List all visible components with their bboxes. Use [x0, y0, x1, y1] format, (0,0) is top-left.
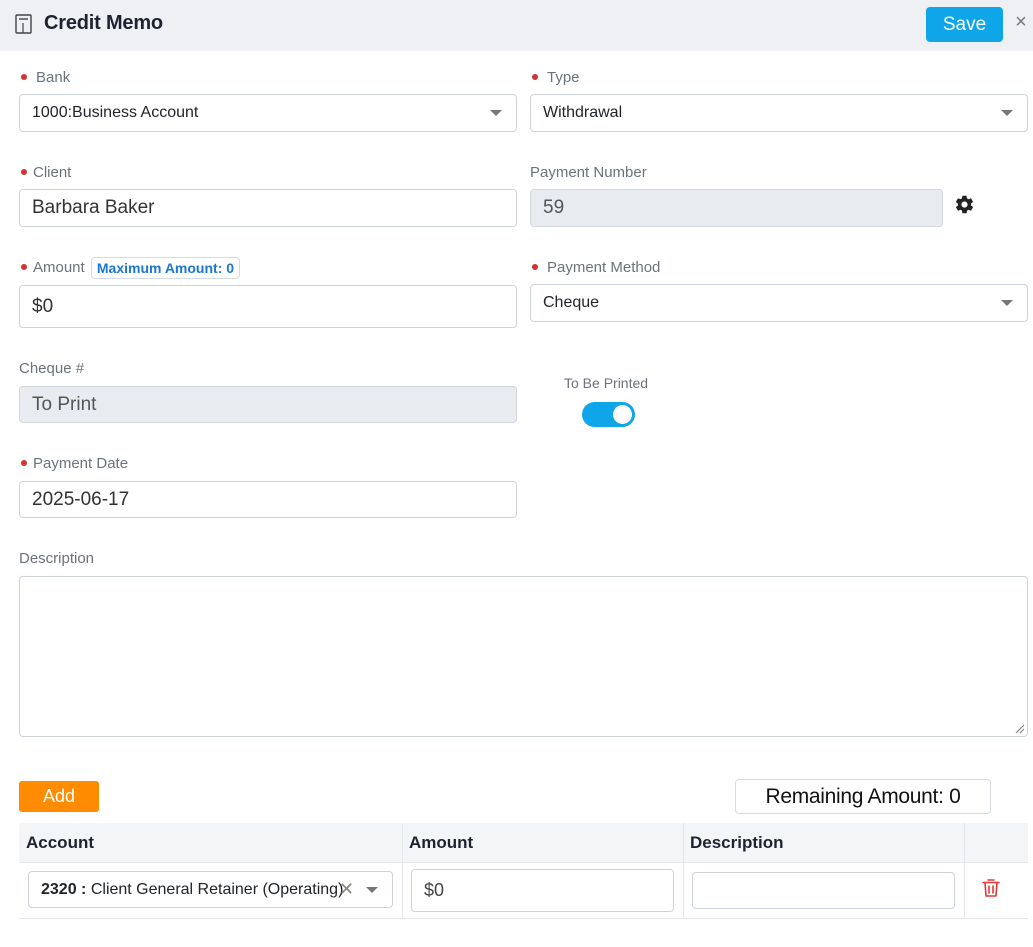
cheque-field: To Print	[19, 386, 517, 423]
required-indicator	[532, 264, 538, 271]
account-name: Client General Retainer (Operating)	[90, 880, 344, 898]
required-indicator	[21, 460, 27, 467]
column-divider	[402, 823, 403, 863]
payment-number-label: Payment Number	[530, 164, 647, 181]
payment-method-value: Cheque	[543, 294, 600, 311]
payment-number-value: 59	[543, 197, 565, 218]
bank-select[interactable]: 1000:Business Account	[19, 94, 517, 132]
payment-number-field: 59	[530, 189, 943, 227]
column-divider	[683, 823, 684, 863]
resize-grip-icon[interactable]	[1014, 723, 1025, 734]
required-indicator	[21, 169, 27, 176]
header-bar: Credit Memo Save ×	[0, 0, 1033, 51]
payment-date-field[interactable]: 2025-06-17	[19, 481, 517, 518]
account-select[interactable]: 2320 : Client General Retainer (Operatin…	[28, 871, 393, 908]
column-account: Account	[26, 833, 94, 852]
chevron-down-icon	[1001, 110, 1013, 116]
add-line-button[interactable]: Add	[19, 781, 99, 812]
column-amount: Amount	[409, 833, 474, 852]
close-icon[interactable]: ×	[1013, 12, 1029, 32]
to-be-printed-label: To Be Printed	[564, 375, 649, 391]
client-label: Client	[19, 164, 71, 181]
payment-date-label: Payment Date	[19, 455, 128, 472]
line-description-input[interactable]	[692, 872, 955, 909]
chevron-down-icon	[490, 110, 502, 116]
description-textarea[interactable]	[19, 576, 1028, 737]
memo-icon	[15, 14, 32, 34]
amount-value: $0	[32, 295, 54, 317]
maximum-amount-badge: Maximum Amount: 0	[90, 257, 241, 279]
amount-field[interactable]: $0	[19, 285, 517, 328]
lines-table-header: Account Amount Description	[19, 823, 1028, 863]
column-divider	[964, 823, 965, 863]
amount-label: Amount Maximum Amount: 0	[19, 257, 241, 279]
column-description: Description	[690, 833, 784, 852]
chevron-down-icon	[366, 886, 378, 893]
payment-method-select[interactable]: Cheque	[530, 284, 1028, 322]
trash-icon[interactable]	[982, 878, 1000, 898]
payment-method-label: Payment Method	[530, 259, 660, 276]
account-code: 2320 :	[41, 880, 87, 898]
type-label: Type	[530, 69, 580, 86]
toggle-knob	[613, 405, 632, 424]
chevron-down-icon	[1001, 300, 1013, 306]
description-label: Description	[19, 550, 95, 567]
cheque-value: To Print	[32, 393, 97, 415]
save-button[interactable]: Save	[926, 7, 1003, 42]
column-divider	[683, 863, 684, 919]
line-amount-input[interactable]: $0	[411, 869, 674, 912]
required-indicator	[21, 264, 27, 270]
line-amount-value: $0	[424, 880, 445, 900]
column-divider	[964, 863, 965, 919]
type-select[interactable]: Withdrawal	[530, 94, 1028, 132]
column-divider	[402, 863, 403, 919]
bank-label: Bank	[19, 69, 70, 86]
type-value: Withdrawal	[543, 104, 623, 121]
required-indicator	[21, 74, 27, 81]
to-be-printed-toggle[interactable]	[582, 402, 635, 427]
bank-value: 1000:Business Account	[32, 104, 199, 121]
remaining-amount: Remaining Amount: 0	[735, 779, 991, 814]
table-row: 2320 : Client General Retainer (Operatin…	[19, 863, 1028, 919]
required-indicator	[532, 74, 538, 81]
client-field[interactable]: Barbara Baker	[19, 189, 517, 227]
payment-date-value: 2025-06-17	[32, 488, 130, 510]
page-title: Credit Memo	[44, 12, 163, 34]
cheque-label: Cheque #	[19, 360, 85, 377]
gear-icon[interactable]	[954, 194, 975, 215]
client-value: Barbara Baker	[32, 197, 155, 218]
clear-icon[interactable]: ✕	[339, 879, 354, 900]
